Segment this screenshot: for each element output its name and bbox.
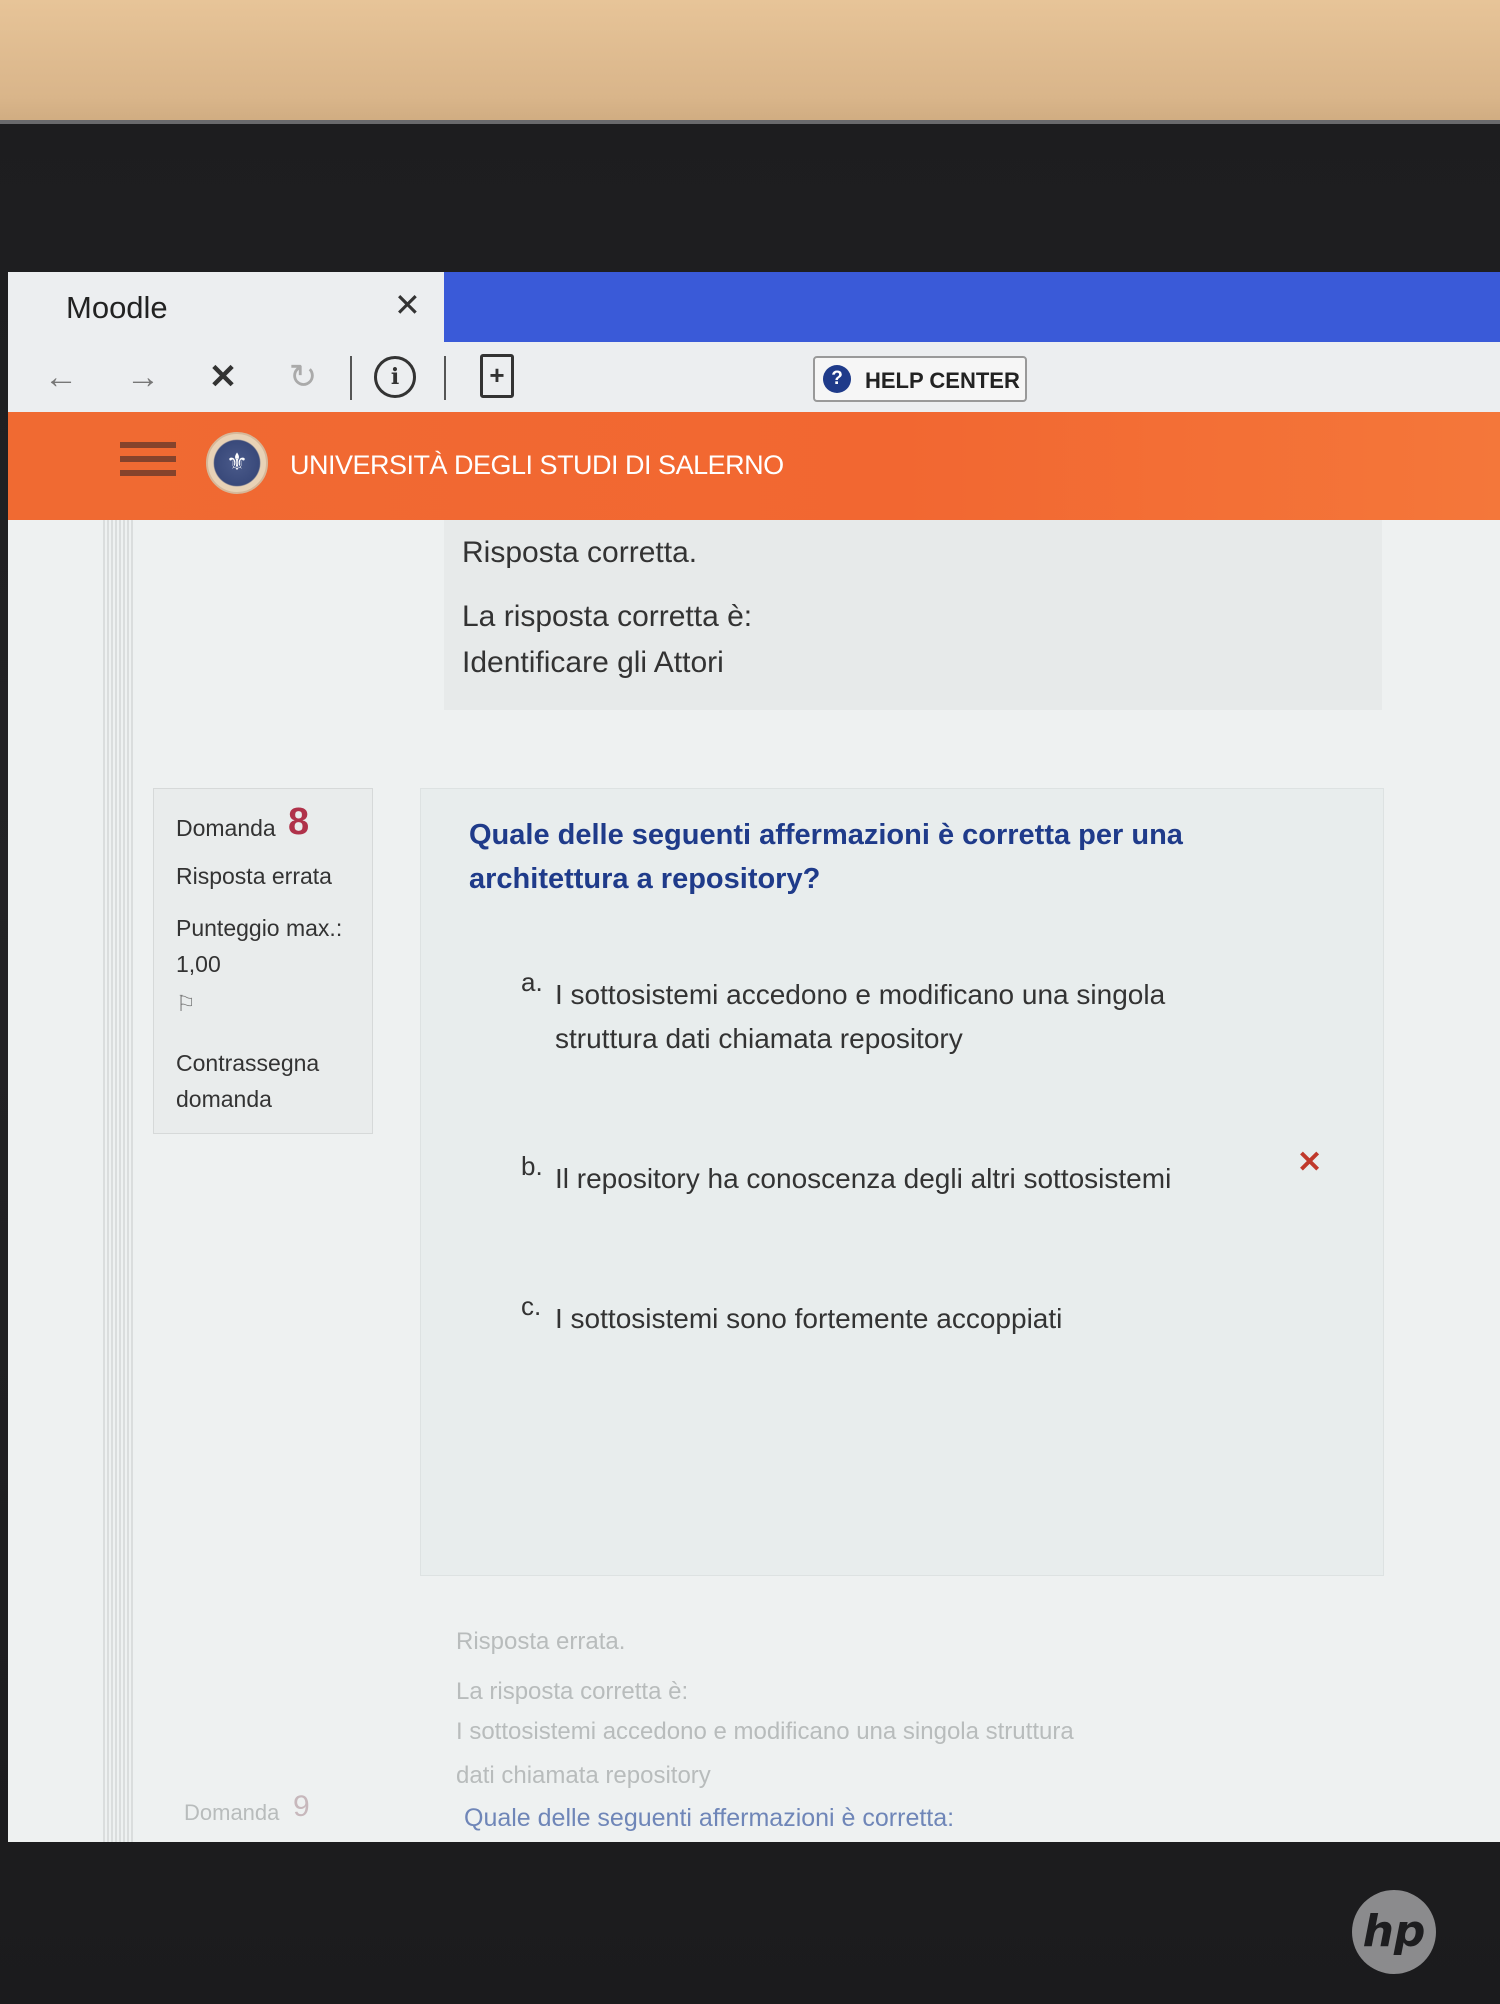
question-number: 8 bbox=[288, 801, 310, 843]
question-status: Risposta errata bbox=[176, 863, 332, 889]
previous-result: Risposta corretta. bbox=[462, 536, 698, 569]
info-icon[interactable]: i bbox=[374, 356, 416, 398]
question-word: Domanda bbox=[176, 815, 276, 841]
option-text: Il repository ha conoscenza degli altri … bbox=[555, 1163, 1172, 1194]
previous-question-feedback: Risposta corretta. La risposta corretta … bbox=[444, 520, 1382, 710]
hp-logo: hp bbox=[1352, 1890, 1436, 1974]
next-question-word: Domanda bbox=[184, 1800, 280, 1825]
answer-option-b[interactable]: b. Il repository ha conoscenza degli alt… bbox=[521, 1151, 1321, 1207]
question-info-panel: Domanda 8 Risposta errata Punteggio max.… bbox=[153, 788, 373, 1134]
next-question-preview: Domanda 9 Quale delle seguenti affermazi… bbox=[8, 1782, 1500, 1842]
tab-bar: Moodle ✕ bbox=[8, 272, 1500, 342]
tab-title: Moodle bbox=[66, 290, 168, 325]
close-icon[interactable]: ✕ bbox=[394, 286, 421, 324]
previous-correct-answer-label: La risposta corretta è: bbox=[462, 600, 753, 633]
option-letter: b. bbox=[521, 1151, 543, 1181]
reload-icon[interactable]: ↻ bbox=[278, 352, 328, 402]
max-score-value: 1,00 bbox=[176, 951, 221, 977]
feedback-correct-answer-line: I sottosistemi accedono e modificano una… bbox=[456, 1718, 1074, 1745]
help-center-button[interactable]: ? HELP CENTER bbox=[813, 356, 1027, 402]
answer-option-c[interactable]: c. I sottosistemi sono fortemente accopp… bbox=[521, 1291, 1321, 1347]
main-content: Risposta corretta. La risposta corretta … bbox=[8, 520, 1500, 1842]
option-letter: c. bbox=[521, 1291, 542, 1321]
question-box: Quale delle seguenti affermazioni è corr… bbox=[420, 788, 1384, 1576]
stop-icon[interactable]: ✕ bbox=[198, 352, 248, 402]
help-icon: ? bbox=[823, 365, 851, 393]
feedback-correct-answer-label: La risposta corretta è: bbox=[456, 1678, 689, 1705]
left-column-stripe bbox=[103, 520, 133, 1842]
toolbar-divider bbox=[350, 356, 352, 400]
incorrect-icon: ✕ bbox=[1297, 1146, 1323, 1179]
next-question-number: 9 bbox=[293, 1790, 310, 1823]
option-text: I sottosistemi sono fortemente accoppiat… bbox=[555, 1303, 1063, 1334]
max-score-label: Punteggio max.: bbox=[176, 915, 343, 941]
help-center-label: HELP CENTER bbox=[865, 368, 1020, 393]
next-question-text: Quale delle seguenti affermazioni è corr… bbox=[464, 1804, 955, 1832]
university-logo[interactable]: ⚜ bbox=[206, 432, 268, 494]
previous-correct-answer: Identificare gli Attori bbox=[462, 646, 724, 679]
answer-option-a[interactable]: a. I sottosistemi accedono e modificano … bbox=[521, 967, 1321, 1063]
university-header: ⚜ UNIVERSITÀ DEGLI STUDI DI SALERNO bbox=[8, 412, 1500, 520]
question-text: Quale delle seguenti affermazioni è corr… bbox=[469, 819, 1183, 895]
university-name[interactable]: UNIVERSITÀ DEGLI STUDI DI SALERNO bbox=[290, 450, 784, 481]
option-letter: a. bbox=[521, 967, 543, 997]
feedback-result: Risposta errata. bbox=[456, 1628, 626, 1655]
option-text: I sottosistemi accedono e modificano una… bbox=[555, 979, 1166, 1054]
wall-background bbox=[0, 0, 1500, 140]
tab-moodle[interactable]: Moodle ✕ bbox=[8, 272, 444, 342]
screen: Moodle ✕ ← → ✕ ↻ i + ? HELP CENTER ⚜ UNI… bbox=[8, 272, 1500, 1842]
toolbar-divider bbox=[444, 356, 446, 400]
browser-toolbar: ← → ✕ ↻ i + ? HELP CENTER bbox=[8, 342, 1500, 413]
menu-icon[interactable] bbox=[120, 442, 176, 482]
forward-arrow-icon[interactable]: → bbox=[118, 352, 168, 402]
back-arrow-icon[interactable]: ← bbox=[36, 352, 86, 402]
new-page-icon[interactable]: + bbox=[480, 354, 514, 398]
flag-icon[interactable]: ⚐ bbox=[176, 991, 196, 1017]
flag-question-link[interactable]: Contrassegna domanda bbox=[176, 1045, 356, 1117]
